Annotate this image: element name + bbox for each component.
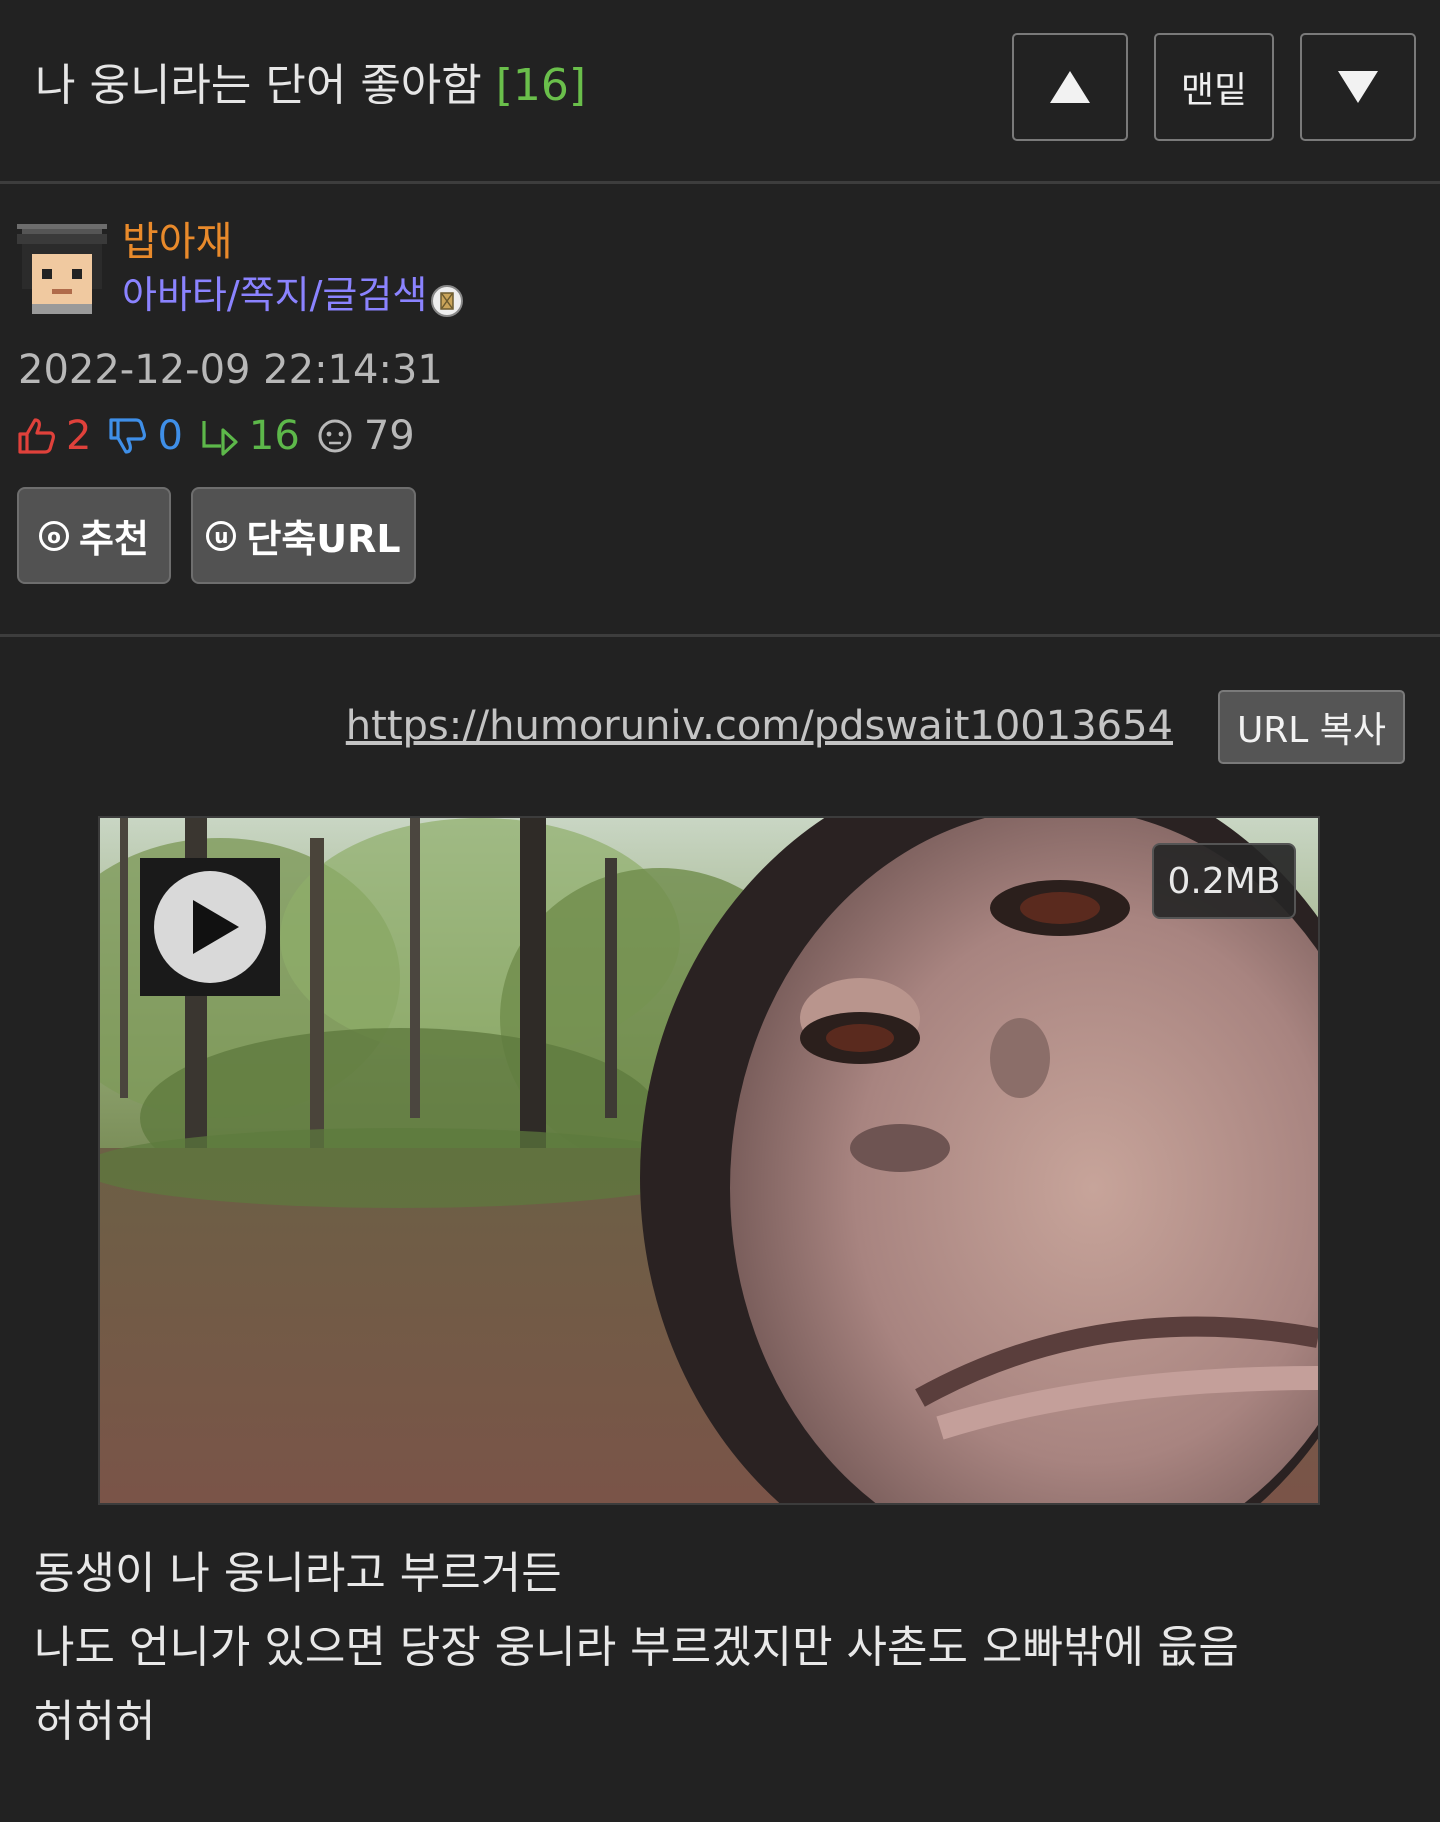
post-stats: 2 0 16 79 — [16, 410, 431, 462]
section-divider — [0, 634, 1440, 637]
author-name[interactable]: 밥아재 — [122, 216, 232, 268]
post-url-link[interactable]: https://humoruniv.com/pdswait10013654 — [346, 700, 1173, 752]
author-links[interactable]: 아바타/쪽지/글검색 — [122, 270, 427, 320]
views-count: 79 — [363, 413, 415, 459]
scroll-bottom-button[interactable]: 맨밑 — [1154, 33, 1274, 141]
member-badge-icon — [430, 284, 464, 318]
reply-arrow-icon — [199, 416, 239, 456]
recommend-icon: o — [39, 520, 70, 551]
thumbs-up-icon — [16, 416, 56, 456]
post-title-text: 나 웅니라는 단어 좋아함 — [35, 60, 482, 111]
short-url-icon: u — [206, 520, 237, 551]
author-avatar[interactable] — [17, 224, 107, 314]
post-body-line: 동생이 나 웅니라고 부르거든 — [34, 1548, 562, 1599]
post-title: 나 웅니라는 단어 좋아함 [16] — [35, 58, 586, 114]
play-icon — [154, 871, 266, 983]
likes-count: 2 — [66, 413, 92, 459]
recommend-button[interactable]: o 추천 — [17, 487, 171, 584]
comments-count: 16 — [248, 413, 300, 459]
triangle-down-icon — [1338, 71, 1378, 103]
post-date: 2022-12-09 22:14:31 — [18, 347, 443, 393]
short-url-button[interactable]: u 단축URL — [191, 487, 416, 584]
post-body-line: 나도 언니가 있으면 당장 웅니라 부르겠지만 사촌도 오빠밖에 읎음 — [34, 1622, 1239, 1673]
thumbs-down-icon — [107, 416, 147, 456]
video-thumbnail[interactable] — [98, 816, 1320, 1505]
post-body-line: 허허허 — [34, 1696, 156, 1747]
post-body: 동생이 나 웅니라고 부르거든 나도 언니가 있으면 당장 웅니라 부르겠지만 … — [34, 1537, 1414, 1759]
scroll-down-button[interactable] — [1300, 33, 1416, 141]
dislikes-count: 0 — [157, 413, 183, 459]
url-copy-button[interactable]: URL 복사 — [1218, 690, 1405, 764]
post-header: 나 웅니라는 단어 좋아함 [16] 맨밑 — [0, 0, 1440, 184]
scroll-up-button[interactable] — [1012, 33, 1128, 141]
triangle-up-icon — [1050, 71, 1090, 103]
file-size-badge: 0.2MB — [1152, 843, 1296, 919]
views-icon — [316, 417, 354, 455]
play-button[interactable] — [140, 858, 280, 996]
comment-count-badge[interactable]: [16] — [496, 60, 586, 111]
short-url-label: 단축URL — [246, 517, 401, 561]
recommend-label: 추천 — [79, 517, 149, 561]
